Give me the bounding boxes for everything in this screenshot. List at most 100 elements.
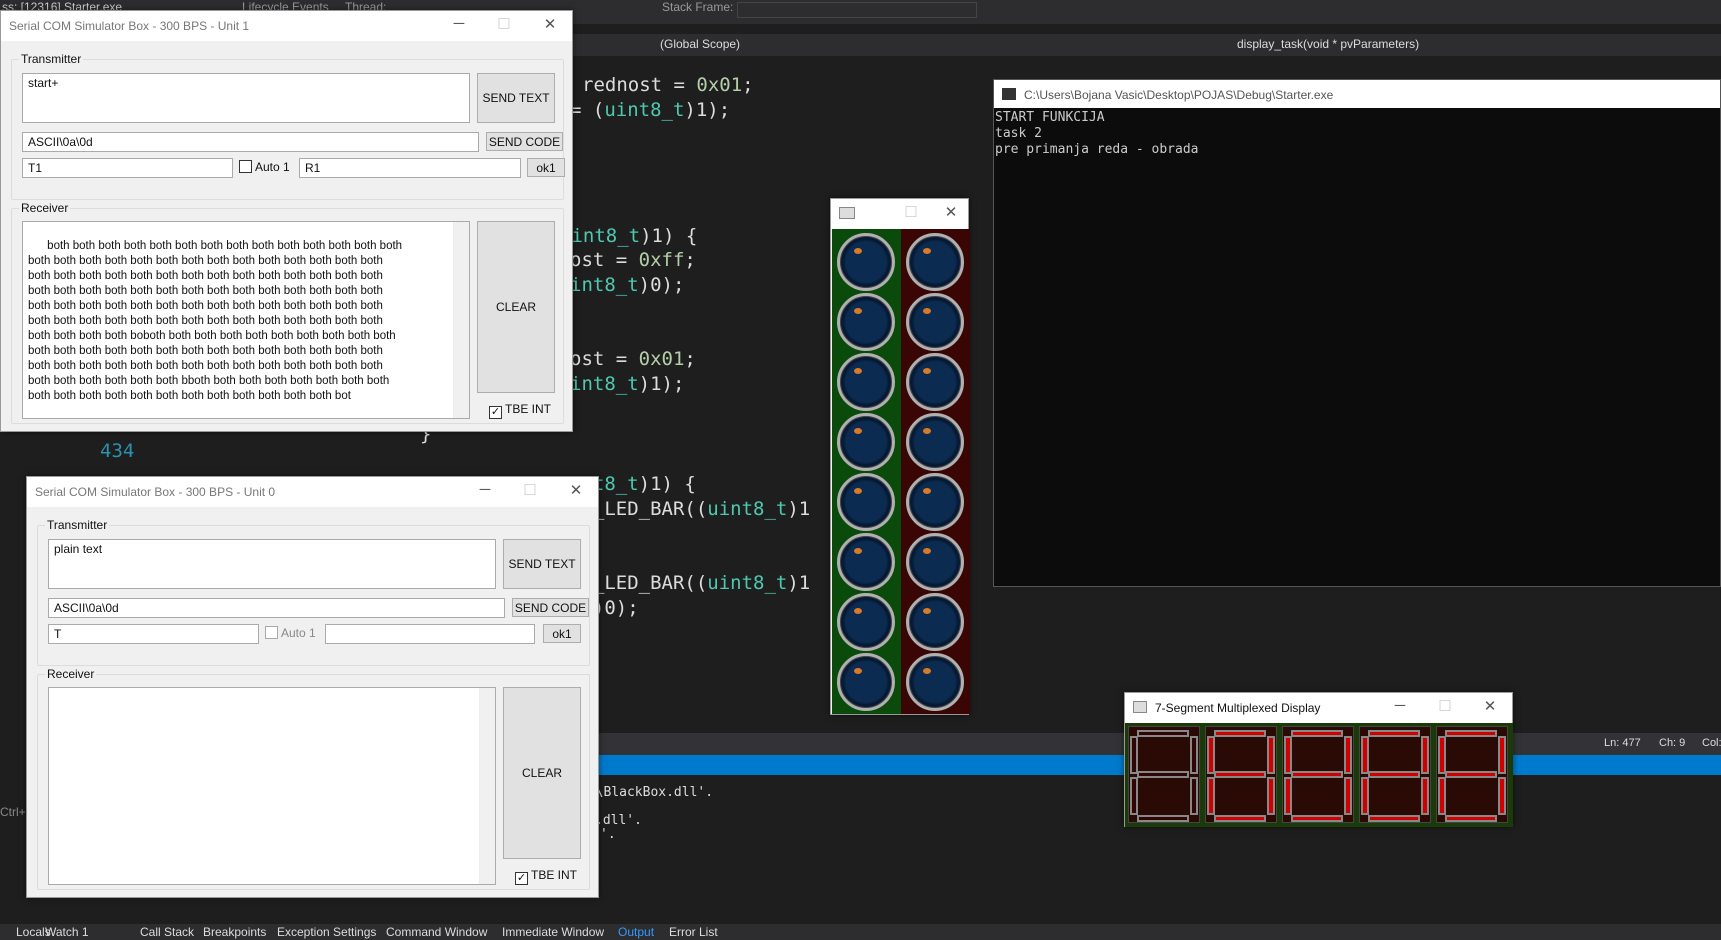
tab-error-list[interactable]: Error List: [669, 925, 718, 939]
led-indicator[interactable]: [837, 413, 895, 471]
segment-c: [1267, 777, 1275, 815]
led-indicator[interactable]: [906, 653, 964, 711]
led-indicator[interactable]: [837, 653, 895, 711]
led-indicator[interactable]: [837, 293, 895, 351]
led-indicator[interactable]: [837, 593, 895, 651]
auto1-checkbox[interactable]: Auto 1: [265, 626, 316, 640]
send-text-button[interactable]: SEND TEXT: [477, 73, 555, 123]
led-indicator[interactable]: [906, 413, 964, 471]
maximize-icon[interactable]: ☐: [896, 203, 926, 225]
receiver-label: Receiver: [19, 201, 71, 215]
led-indicator[interactable]: [837, 233, 895, 291]
segment-b: [1267, 736, 1275, 774]
minimize-icon[interactable]: ─: [470, 481, 500, 503]
r-input[interactable]: [325, 624, 535, 644]
t-input[interactable]: T1: [22, 158, 233, 178]
led-indicator[interactable]: [906, 293, 964, 351]
segment-c: [1190, 777, 1198, 815]
tab-exception-settings[interactable]: Exception Settings: [277, 925, 376, 939]
segment-g: [1291, 771, 1343, 778]
code-line: uint8_t)1) {: [560, 225, 698, 247]
code-line: et_LED_BAR((uint8_t)1: [570, 498, 811, 520]
code-input[interactable]: ASCII\0a\0d: [22, 132, 479, 152]
code-input[interactable]: ASCII\0a\0d: [48, 598, 505, 618]
led-indicator[interactable]: [906, 233, 964, 291]
clear-button[interactable]: CLEAR: [503, 687, 581, 859]
segment-f: [1361, 736, 1369, 774]
scrollbar[interactable]: [453, 222, 469, 418]
serial-window-unit1: Serial COM Simulator Box - 300 BPS - Uni…: [0, 10, 573, 432]
function-dropdown[interactable]: display_task(void * pvParameters): [1237, 37, 1419, 51]
r-input[interactable]: R1: [299, 158, 521, 178]
serial0-title: Serial COM Simulator Box - 300 BPS - Uni…: [35, 485, 276, 499]
tbe-int-checkbox[interactable]: ✓ TBE INT: [489, 402, 551, 419]
send-text-button[interactable]: SEND TEXT: [503, 539, 581, 589]
led-indicator[interactable]: [837, 533, 895, 591]
led-indicator[interactable]: [837, 473, 895, 531]
tab-immediate-window[interactable]: Immediate Window: [502, 925, 604, 939]
serial-window-unit0: Serial COM Simulator Box - 300 BPS - Uni…: [26, 476, 599, 898]
segment-e: [1130, 777, 1138, 815]
segment-e: [1284, 777, 1292, 815]
receiver-label: Receiver: [45, 667, 97, 681]
led-indicator[interactable]: [906, 593, 964, 651]
close-icon[interactable]: ✕: [535, 15, 565, 37]
clear-button[interactable]: CLEAR: [477, 221, 555, 393]
seven-segment-digit: [1128, 726, 1200, 823]
tbe-int-checkbox[interactable]: ✓ TBE INT: [515, 868, 577, 885]
window-icon: [1133, 701, 1147, 713]
tab-watch1[interactable]: Watch 1: [45, 925, 89, 939]
console-title: C:\Users\Bojana Vasic\Desktop\POJAS\Debu…: [1024, 88, 1334, 102]
seven-segment-digit: [1436, 726, 1508, 823]
scrollbar[interactable]: [479, 688, 495, 884]
segment-d: [1137, 815, 1189, 822]
close-icon[interactable]: ✕: [1475, 697, 1505, 719]
transmit-textarea[interactable]: start+: [22, 73, 470, 123]
segment-a: [1214, 730, 1266, 737]
maximize-icon[interactable]: ☐: [489, 15, 519, 37]
console-output: START FUNKCIJA task 2 pre primanja reda …: [995, 110, 1199, 157]
maximize-icon[interactable]: ☐: [515, 481, 545, 503]
code-line: et_LED_BAR((uint8_t)1: [570, 572, 811, 594]
led-indicator[interactable]: [906, 473, 964, 531]
minimize-icon[interactable]: ─: [1385, 697, 1415, 719]
send-code-button[interactable]: SEND CODE: [486, 132, 563, 151]
receiver-group: Receiver CLEAR ✓ TBE INT: [37, 667, 590, 890]
serial0-titlebar: Serial COM Simulator Box - 300 BPS - Uni…: [27, 477, 598, 507]
receive-textarea[interactable]: both both both both both both both both …: [22, 221, 470, 419]
receive-textarea[interactable]: [48, 687, 496, 885]
scope-dropdown[interactable]: (Global Scope): [660, 37, 740, 51]
seven-segment-digit: [1205, 726, 1277, 823]
stack-frame-label: Stack Frame:: [662, 0, 734, 14]
tab-call-stack[interactable]: Call Stack: [140, 925, 194, 939]
segment-d: [1291, 815, 1343, 822]
close-icon[interactable]: ✕: [936, 203, 966, 225]
segment-b: [1421, 736, 1429, 774]
auto1-checkbox[interactable]: Auto 1: [239, 160, 290, 174]
send-code-button[interactable]: SEND CODE: [512, 598, 589, 617]
segment-c: [1498, 777, 1506, 815]
transmit-textarea[interactable]: plain text: [48, 539, 496, 589]
receiver-group: Receiver both both both both both both b…: [11, 201, 564, 424]
led-indicator[interactable]: [906, 353, 964, 411]
led-indicator[interactable]: [837, 353, 895, 411]
led-bar-window: ☐ ✕: [830, 198, 970, 715]
tab-breakpoints[interactable]: Breakpoints: [203, 925, 266, 939]
segment-f: [1284, 736, 1292, 774]
segment-d: [1214, 815, 1266, 822]
ok1-button[interactable]: ok1: [527, 158, 565, 177]
window-icon: [839, 207, 855, 219]
led-indicator[interactable]: [906, 533, 964, 591]
stack-frame-dropdown[interactable]: [737, 2, 977, 18]
console-titlebar: C:\Users\Bojana Vasic\Desktop\POJAS\Debu…: [994, 80, 1720, 108]
tab-command-window[interactable]: Command Window: [386, 925, 487, 939]
code-line: = (uint8_t)1);: [570, 99, 731, 121]
close-icon[interactable]: ✕: [561, 481, 591, 503]
seven-segment-display: [1125, 723, 1513, 827]
t-input[interactable]: T: [48, 624, 259, 644]
minimize-icon[interactable]: ─: [444, 15, 474, 37]
ok1-button[interactable]: ok1: [543, 624, 581, 643]
tab-output[interactable]: Output: [618, 925, 654, 939]
output-line: '.: [600, 827, 616, 842]
maximize-icon[interactable]: ☐: [1430, 697, 1460, 719]
